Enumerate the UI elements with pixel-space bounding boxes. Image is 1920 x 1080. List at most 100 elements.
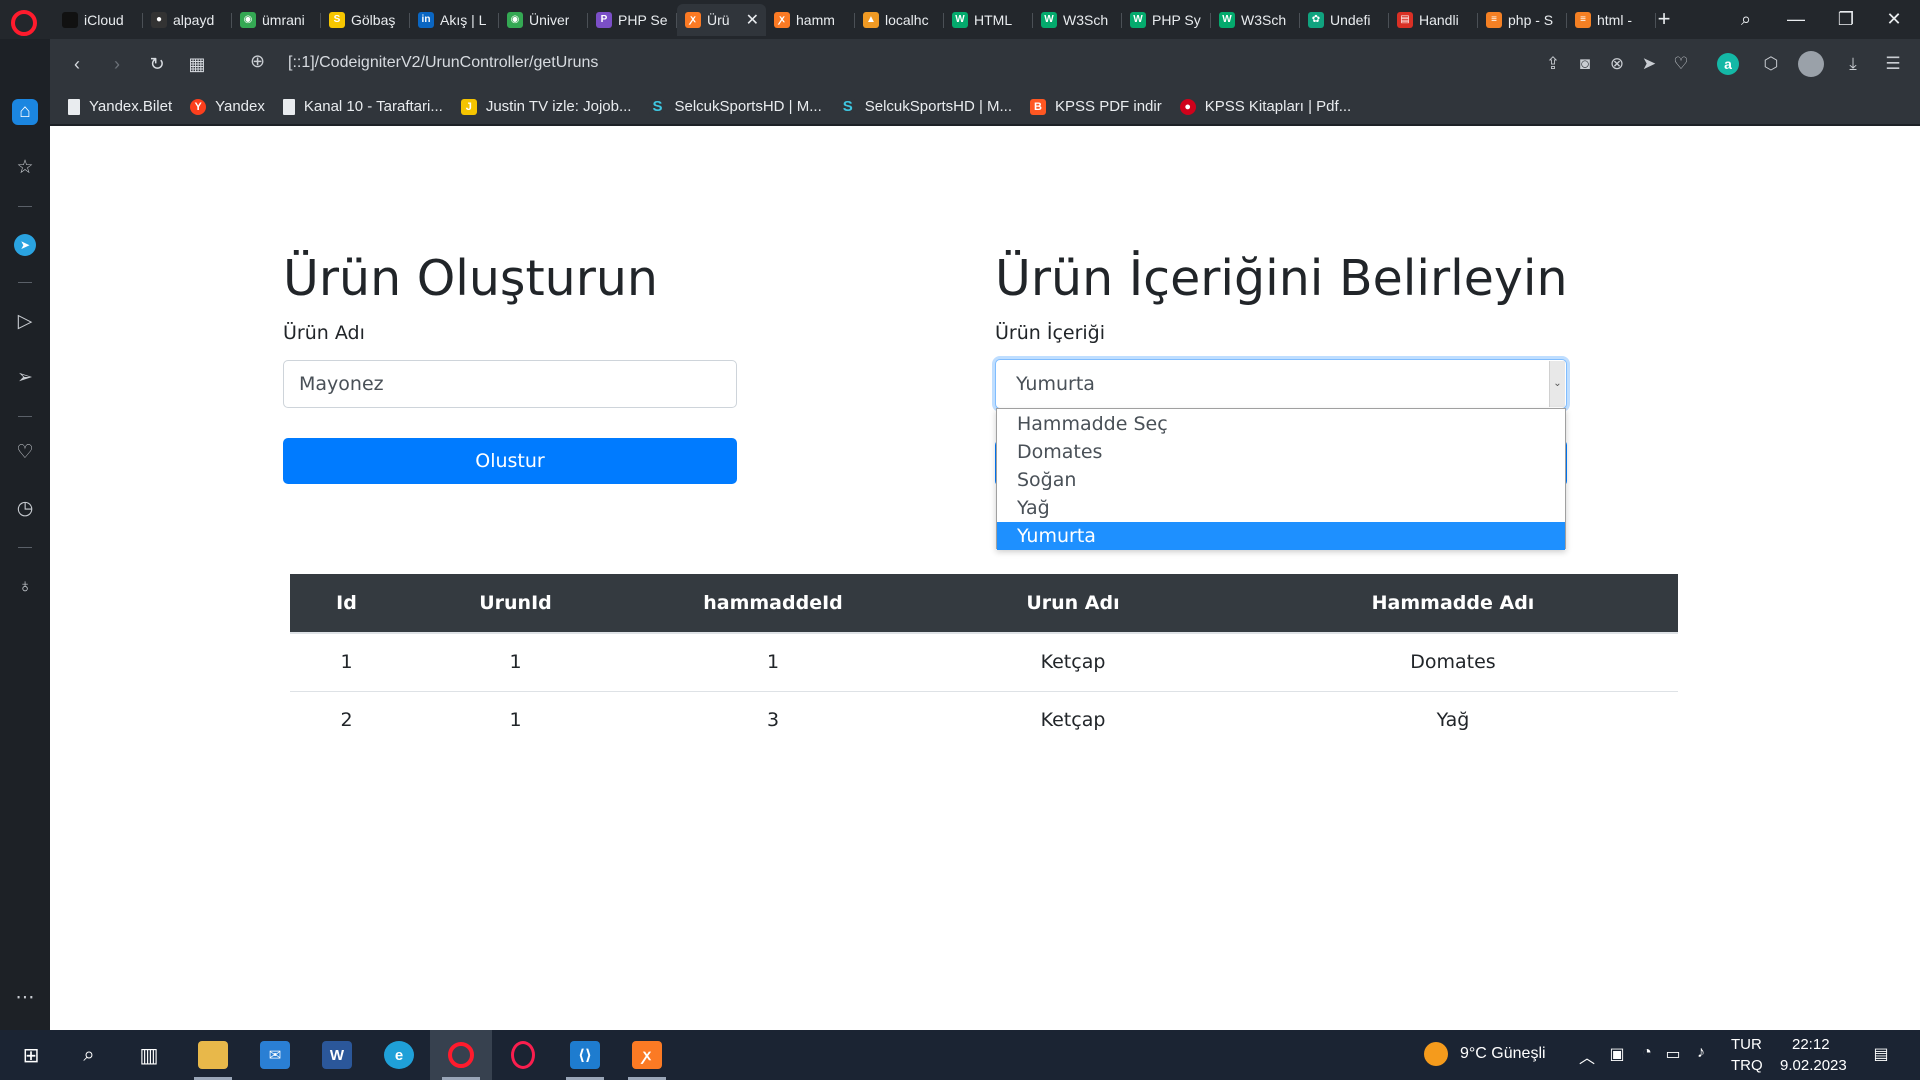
xampp-icon[interactable]: ꭗ — [616, 1030, 678, 1080]
bookmark-label: KPSS PDF indir — [1055, 98, 1162, 115]
aria-ai-icon[interactable]: a — [1717, 53, 1739, 75]
profile-avatar[interactable] — [1798, 51, 1824, 77]
bookmarks-bar: Yandex.Bilet Y Yandex Kanal 10 - Taraftari.… — [50, 89, 1920, 125]
tab[interactable]: in Akış | L — [410, 4, 499, 36]
weather-sun-icon[interactable] — [1424, 1042, 1448, 1066]
site-info-icon[interactable]: ⊕ — [250, 51, 265, 72]
sidebar-divider — [18, 282, 32, 283]
create-button[interactable]: Olustur — [283, 438, 737, 484]
ad-block-icon[interactable]: ⊗ — [1604, 51, 1630, 77]
mail-icon[interactable]: ✉ — [244, 1030, 306, 1080]
player-icon[interactable]: ▷ — [12, 309, 38, 335]
tab[interactable]: W HTML — [944, 4, 1033, 36]
tab-search-icon[interactable]: ⌕ — [1726, 4, 1766, 34]
tab[interactable]: P PHP Se — [588, 4, 677, 36]
tab[interactable]: ▤ Handli — [1389, 4, 1478, 36]
reload-button[interactable]: ↻ — [144, 51, 170, 77]
table-header-row: Id UrunId hammaddeId Urun Adı Hammadde Adı — [290, 574, 1678, 634]
speed-dial-home-icon[interactable]: ⌂ — [12, 99, 38, 125]
minimize-button[interactable]: — — [1776, 4, 1816, 34]
opera-taskbar-icon[interactable] — [430, 1030, 492, 1080]
opera-gx-icon[interactable] — [492, 1030, 554, 1080]
forward-button[interactable]: › — [104, 51, 130, 77]
heart-icon[interactable]: ♡ — [12, 440, 38, 466]
dropdown-option[interactable]: Yağ — [997, 494, 1565, 522]
extensions-cube-icon[interactable]: ⬡ — [1758, 51, 1784, 77]
tab[interactable]: W W3Sch — [1033, 4, 1122, 36]
tab[interactable]: S Gölbaş — [321, 4, 410, 36]
tab-grid-icon[interactable]: ▦ — [184, 51, 210, 77]
tab-active[interactable]: ꭗ Ürü ✕ — [677, 4, 766, 36]
tab[interactable]: ▲ localhc — [855, 4, 944, 36]
history-clock-icon[interactable]: ◷ — [12, 496, 38, 522]
vscode-icon[interactable]: ⟨⟩ — [554, 1030, 616, 1080]
chevron-down-icon[interactable]: ⌄ — [1549, 361, 1565, 407]
tab[interactable]: ≡ php - S — [1478, 4, 1567, 36]
clock-date[interactable]: 9.02.2023 — [1780, 1057, 1847, 1074]
windows-start-icon[interactable]: ⊞ — [0, 1030, 62, 1080]
close-tab-icon[interactable]: ✕ — [746, 10, 759, 30]
tab[interactable]: ● alpayd — [143, 4, 232, 36]
language-code[interactable]: TUR — [1731, 1036, 1762, 1053]
meet-now-icon[interactable]: ▣ — [1606, 1044, 1628, 1064]
tab[interactable]: ≡ html - — [1567, 4, 1656, 36]
download-icon[interactable]: ⤓ — [1840, 51, 1866, 77]
page-icon — [282, 98, 295, 115]
volume-icon[interactable]: ♪ — [1690, 1044, 1712, 1062]
column-header: hammaddeId — [628, 574, 918, 634]
product-name-input[interactable] — [283, 360, 737, 408]
file-explorer-icon[interactable] — [182, 1030, 244, 1080]
bookmark-item[interactable]: J Justin TV izle: Jojob... — [460, 98, 631, 115]
back-button[interactable]: ‹ — [64, 51, 90, 77]
url-field[interactable]: [::1]/CodeigniterV2/UrunController/getUr… — [288, 54, 598, 72]
ingredient-select[interactable]: Yumurta ⌄ — [995, 359, 1567, 409]
bookmark-heart-icon[interactable]: ♡ — [1668, 51, 1694, 77]
flow-send-icon[interactable]: ➢ — [12, 365, 38, 391]
tab[interactable]: ◉ Üniver — [499, 4, 588, 36]
notifications-icon[interactable]: ▤ — [1870, 1044, 1892, 1064]
task-view-icon[interactable]: ▥ — [118, 1030, 180, 1080]
close-window-button[interactable]: ✕ — [1874, 4, 1914, 34]
bookmark-item[interactable]: B KPSS PDF indir — [1030, 98, 1162, 115]
tab[interactable]: W PHP Sy — [1122, 4, 1211, 36]
bookmark-item[interactable]: Y Yandex — [190, 98, 265, 115]
tab[interactable]: ✿ Undefi — [1300, 4, 1389, 36]
lightbulb-icon[interactable]: ♁ — [12, 574, 38, 600]
clock-time[interactable]: 22:12 — [1792, 1036, 1830, 1053]
telegram-icon[interactable]: ➤ — [14, 234, 36, 256]
search-icon[interactable]: ⌕ — [58, 1030, 120, 1080]
product-ingredients-table: Id UrunId hammaddeId Urun Adı Hammadde Adı 1… — [290, 574, 1678, 749]
map-pin-icon: ◉ — [507, 12, 523, 28]
weather-text[interactable]: 9°C Güneşli — [1460, 1045, 1546, 1063]
tab[interactable]: ꭗ hamm — [766, 4, 855, 36]
tab[interactable]: ◉ ümrani — [232, 4, 321, 36]
bookmark-item[interactable]: Yandex.Bilet — [68, 98, 172, 115]
dropdown-option[interactable]: Yumurta — [997, 522, 1565, 550]
restore-button[interactable]: ❐ — [1826, 4, 1866, 34]
keyboard-layout[interactable]: TRQ — [1731, 1057, 1763, 1074]
more-options-icon[interactable]: ⋯ — [12, 985, 38, 1011]
chevron-up-icon[interactable]: ︿ — [1576, 1044, 1598, 1068]
send-icon[interactable]: ➤ — [1636, 51, 1662, 77]
bookmark-item[interactable]: S SelcukSportsHD | M... — [649, 98, 822, 115]
tab-label: HTML — [974, 12, 1013, 28]
bookmark-item[interactable]: ● KPSS Kitapları | Pdf... — [1179, 98, 1351, 115]
tab[interactable]: W W3Sch — [1211, 4, 1300, 36]
bookmark-item[interactable]: S SelcukSportsHD | M... — [839, 98, 1012, 115]
share-icon[interactable]: ⇪ — [1540, 51, 1566, 77]
bookmark-item[interactable]: Kanal 10 - Taraftari... — [282, 98, 443, 115]
battery-icon[interactable]: ▭ — [1662, 1044, 1684, 1064]
yandex-icon: Y — [190, 98, 207, 115]
dropdown-option[interactable]: Hammadde Seç — [997, 410, 1565, 438]
opera-menu-icon[interactable] — [11, 10, 37, 36]
word-icon[interactable]: W — [306, 1030, 368, 1080]
wifi-icon[interactable]: ◔ — [1636, 1044, 1658, 1062]
dropdown-option[interactable]: Domates — [997, 438, 1565, 466]
new-tab-button[interactable]: + — [1652, 6, 1676, 32]
edge-icon[interactable]: e — [368, 1030, 430, 1080]
star-bookmarks-icon[interactable]: ☆ — [12, 155, 38, 181]
snapshot-camera-icon[interactable]: ◙ — [1572, 51, 1598, 77]
dropdown-option[interactable]: Soğan — [997, 466, 1565, 494]
easy-setup-icon[interactable]: ☰ — [1880, 51, 1906, 77]
tab[interactable]: iCloud — [54, 4, 143, 36]
